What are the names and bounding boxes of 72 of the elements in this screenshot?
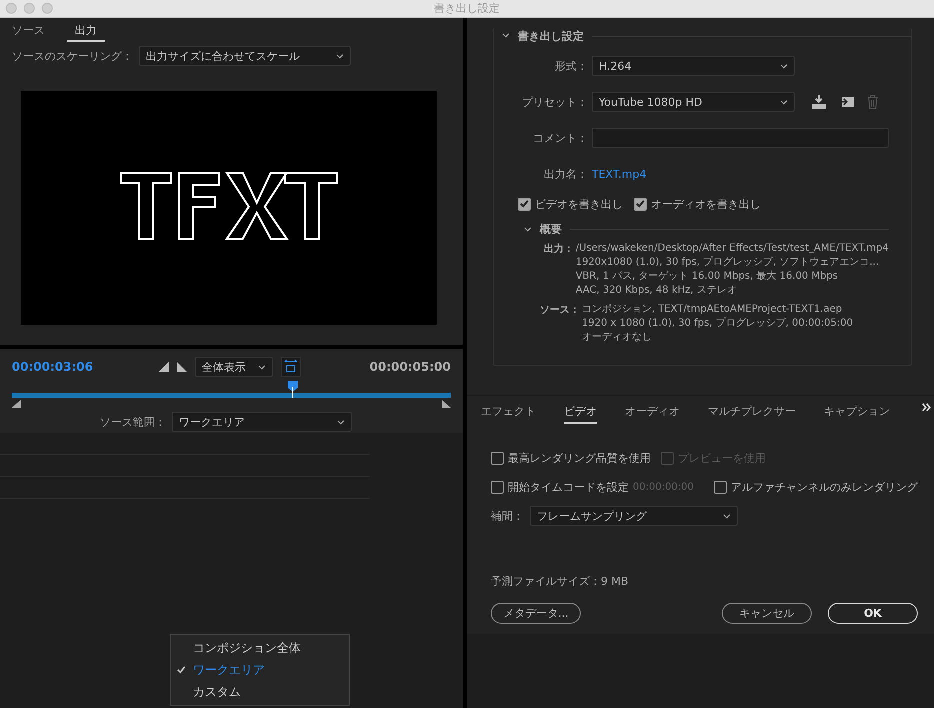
out-point-icon[interactable] <box>177 362 188 372</box>
checkbox[interactable] <box>518 198 531 210</box>
dialog-button[interactable]: OK <box>828 603 918 624</box>
summary-text: 1920 x 1080 (1.0), 30 fps, プログレッシブ, 00:00:05:00 <box>582 317 854 331</box>
checkbox[interactable] <box>491 480 504 494</box>
field-label: プリセット： <box>521 94 589 110</box>
file-size-text: 予測ファイルサイズ：9 MB <box>491 574 630 589</box>
playhead[interactable] <box>288 381 298 398</box>
summary-text: コンポジション, TEXT/tmpAEtoAMEProject-TEXT1.aep <box>582 303 844 317</box>
chevron-icon[interactable] <box>524 226 532 232</box>
save-preset-icon[interactable] <box>839 95 855 109</box>
scaling-select[interactable]: 出力サイズに合わせてスケール <box>139 46 351 66</box>
overflow-icon[interactable] <box>922 403 932 412</box>
chevron-icon[interactable] <box>502 33 510 39</box>
summary-label: 出力： <box>542 242 574 257</box>
checkbox-label: ビデオを書き出し <box>535 196 623 212</box>
fit-icon[interactable] <box>281 357 302 377</box>
in-point-icon[interactable] <box>159 362 170 372</box>
interpolation-label: 補間： <box>491 508 524 524</box>
caret-icon <box>337 420 345 424</box>
menu-item[interactable]: ワークエリア <box>171 659 349 681</box>
check-icon <box>177 666 186 674</box>
checkbox[interactable] <box>634 198 647 210</box>
window-title: 書き出し設定 <box>434 1 500 16</box>
scaling-label: ソースのスケーリング： <box>12 48 133 64</box>
checkbox-label: 開始タイムコードを設定 <box>508 480 629 494</box>
timecode-value: 00:00:00:00 <box>633 482 694 492</box>
format-select[interactable]: H.264 <box>592 56 795 76</box>
checkbox-label: オーディオを書き出し <box>651 196 761 212</box>
field-label: コメント： <box>532 130 589 146</box>
caret-icon <box>723 514 731 518</box>
tab[interactable]: マルチプレクサー <box>708 400 796 424</box>
summary-text: /Users/wakeken/Desktop/After Effects/Test/test_AME/TEXT.mp4 <box>576 242 889 256</box>
caret-icon <box>336 54 344 58</box>
summary-text: VBR, 1 パス, ターゲット 16.00 Mbps, 最大 16.00 Mbps <box>576 270 840 284</box>
source-range-select[interactable]: ワークエリア <box>172 412 352 432</box>
preset-select[interactable]: YouTube 1080p HD <box>592 92 795 112</box>
section-title: 書き出し設定 <box>518 28 584 44</box>
tab[interactable]: オーディオ <box>625 400 680 424</box>
summary-text: オーディオなし <box>582 331 653 345</box>
summary-label: ソース： <box>539 304 580 318</box>
checkbox[interactable] <box>714 480 727 494</box>
tab[interactable]: キャプション <box>824 400 890 424</box>
caret-icon <box>258 364 266 370</box>
checkbox-label: アルファチャンネルのみレンダリング <box>731 480 918 494</box>
tab[interactable]: エフェクト <box>481 400 536 424</box>
current-time: 00:00:03:06 <box>12 360 94 374</box>
output-name-link[interactable]: TEXT.mp4 <box>592 168 647 180</box>
import-preset-icon[interactable] <box>811 95 827 109</box>
caret-icon <box>780 100 788 104</box>
zoom-select[interactable]: 全体表示 <box>195 357 274 377</box>
tab[interactable]: ソース <box>4 20 53 42</box>
tab[interactable]: ビデオ <box>564 400 597 424</box>
summary-text: AAC, 320 Kbps, 48 kHz, ステレオ <box>576 284 738 298</box>
section-title: 概要 <box>540 222 562 237</box>
work-area-end-icon[interactable] <box>442 400 451 408</box>
field-label: 出力名： <box>543 166 589 182</box>
dialog-button[interactable]: メタデータ... <box>491 603 581 624</box>
source-range-label: ソース範囲： <box>100 414 166 430</box>
dialog-button[interactable]: キャンセル <box>722 603 812 624</box>
summary-text: 1920x1080 (1.0), 30 fps, プログレッシブ, ソフトウェアエンコ... <box>576 256 880 270</box>
menu-item[interactable]: カスタム <box>171 681 349 703</box>
checkbox-label: 最高レンダリング品質を使用 <box>508 450 651 466</box>
menu-item[interactable]: コンポジション全体 <box>171 637 349 659</box>
tab[interactable]: 出力 <box>67 20 105 42</box>
checkbox[interactable] <box>491 452 504 464</box>
caret-icon <box>780 64 788 68</box>
field-label: 形式： <box>554 58 589 74</box>
interpolation-select[interactable]: フレームサンプリング <box>530 506 738 526</box>
end-time: 00:00:05:00 <box>370 360 451 374</box>
comment-field[interactable] <box>592 128 889 148</box>
work-area-start-icon[interactable] <box>12 400 21 408</box>
